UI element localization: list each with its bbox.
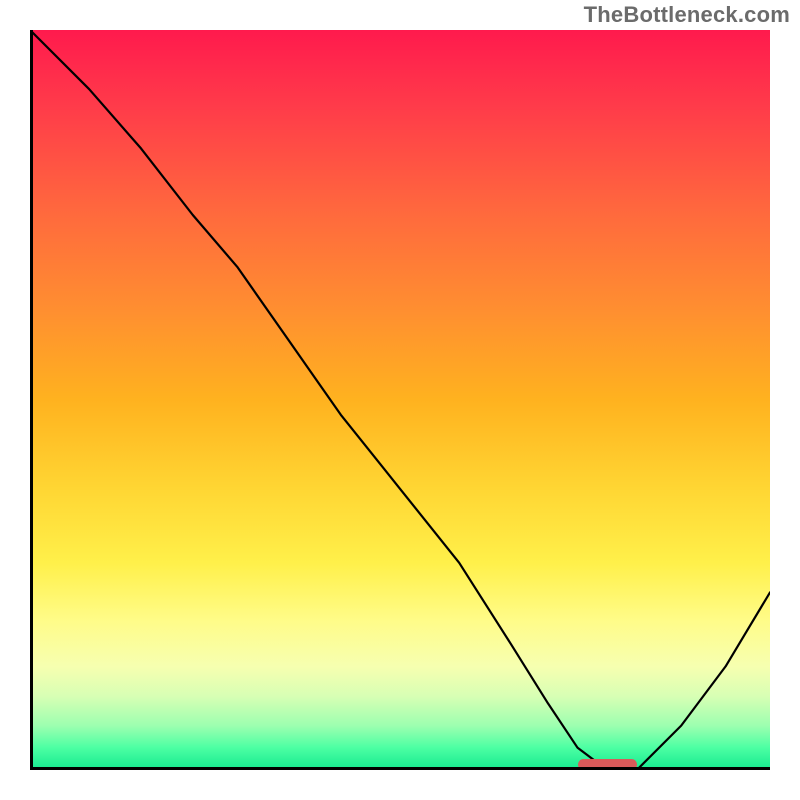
watermark-text: TheBottleneck.com: [584, 2, 790, 28]
chart-container: TheBottleneck.com: [0, 0, 800, 800]
axes: [30, 30, 770, 770]
plot-area: [30, 30, 770, 770]
